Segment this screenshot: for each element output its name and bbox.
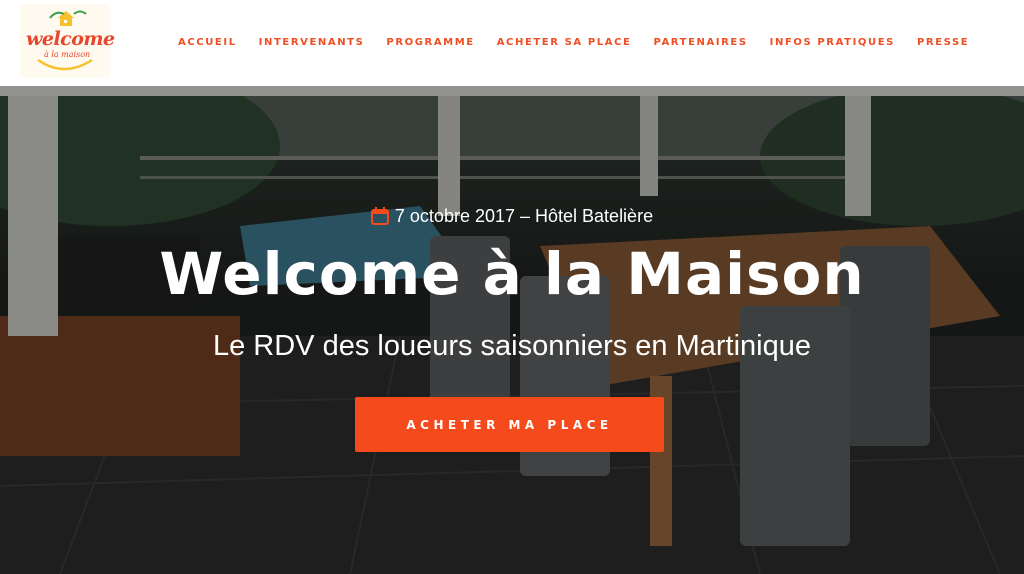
nav-item-infos-pratiques[interactable]: INFOS PRATIQUES <box>770 37 895 48</box>
logo-text: welcome <box>26 28 115 50</box>
buy-ticket-button[interactable]: ACHETER MA PLACE <box>355 397 664 452</box>
calendar-icon <box>370 207 389 230</box>
logo-subtext: à la maison <box>44 50 91 59</box>
hero-section: 7 octobre 2017 – Hôtel Batelière Welcome… <box>0 86 1024 574</box>
hero-subtitle: Le RDV des loueurs saisonniers en Martin… <box>212 330 812 362</box>
nav-item-accueil[interactable]: ACCUEIL <box>178 37 237 48</box>
main-nav: ACCUEIL INTERVENANTS PROGRAMME ACHETER S… <box>178 37 969 48</box>
event-date-text: 7 octobre 2017 – Hôtel Batelière <box>394 206 654 226</box>
nav-item-presse[interactable]: PRESSE <box>917 37 969 48</box>
event-date-line: 7 octobre 2017 – Hôtel Batelière <box>0 206 1024 230</box>
nav-item-programme[interactable]: PROGRAMME <box>386 37 474 48</box>
nav-item-intervenants[interactable]: INTERVENANTS <box>259 37 365 48</box>
nav-item-acheter-sa-place[interactable]: ACHETER SA PLACE <box>497 37 632 48</box>
site-logo[interactable]: welcome à la maison <box>20 4 115 78</box>
site-header: welcome à la maison ACCUEIL INTERVENANTS… <box>0 0 1024 86</box>
nav-item-partenaires[interactable]: PARTENAIRES <box>653 37 747 48</box>
hero-title: Welcome à la Maison <box>159 240 865 308</box>
